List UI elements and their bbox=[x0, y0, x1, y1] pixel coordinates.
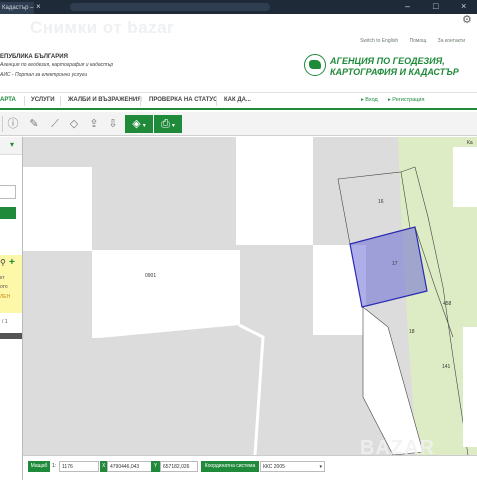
y-label: Y bbox=[151, 461, 160, 472]
edit-document-icon[interactable]: ✎ bbox=[25, 115, 43, 133]
parcel bbox=[453, 147, 477, 207]
panel-scrollbar[interactable] bbox=[0, 333, 22, 339]
parcel-label: 18 bbox=[409, 329, 415, 335]
agency-title: АГЕНЦИЯ ПО ГЕОДЕЗИЯ, КАРТОГРАФИЯ И КАДАС… bbox=[330, 56, 459, 78]
main-nav: АРТА УСЛУГИ ЖАЛБИ И ВЪЗРАЖЕНИЯ ПРОВЕРКА … bbox=[0, 92, 477, 110]
info-icon[interactable]: ⓘ bbox=[4, 115, 22, 133]
parcel-0901 bbox=[92, 250, 240, 338]
panel-header: ▾ bbox=[0, 137, 22, 155]
coordinate-system-select[interactable]: ККС 2005 ▾ bbox=[260, 461, 325, 472]
parcel-label: 16 bbox=[378, 199, 384, 205]
parcel bbox=[23, 167, 92, 251]
nav-item-how-to[interactable]: КАК ДА... bbox=[224, 97, 251, 103]
parcel bbox=[463, 327, 477, 447]
search-button[interactable] bbox=[0, 207, 16, 219]
coordinate-system-label: Координатна система bbox=[201, 461, 259, 472]
brand-agency: Агенция по геодезия, картография и кадас… bbox=[0, 62, 114, 68]
nav-item-services[interactable]: УСЛУГИ bbox=[31, 97, 55, 103]
portal-brand: ЕПУБЛИКА БЪЛГАРИЯ Агенция по геодезия, к… bbox=[0, 54, 113, 78]
bulgaria-map-logo-icon bbox=[304, 54, 326, 76]
switch-language-link[interactable]: Switch to English bbox=[360, 38, 398, 44]
pagination: / 1 bbox=[2, 319, 8, 325]
nav-item-complaints[interactable]: ЖАЛБИ И ВЪЗРАЖЕНИЯ bbox=[68, 97, 142, 103]
nav-divider bbox=[60, 96, 61, 106]
nav-divider bbox=[140, 96, 141, 106]
bazar-watermark: BAZAR bbox=[360, 437, 435, 459]
layers-button[interactable]: ◈ ▾ bbox=[125, 115, 153, 133]
note-text: ЛЕН bbox=[0, 294, 11, 300]
note-text: кт bbox=[0, 275, 5, 281]
gear-icon[interactable]: ⚙ bbox=[462, 13, 472, 26]
minimize-icon[interactable]: – bbox=[405, 1, 410, 11]
cadastral-map[interactable]: 0901 16 17 18 458 141 Ка bbox=[23, 137, 477, 455]
download-icon[interactable]: ⇩ bbox=[104, 115, 122, 133]
agency-title-line2: КАРТОГРАФИЯ И КАДАСТЪР bbox=[330, 67, 459, 77]
eraser-icon[interactable]: ◇ bbox=[65, 115, 83, 133]
agency-title-line1: АГЕНЦИЯ ПО ГЕОДЕЗИЯ, bbox=[330, 56, 445, 66]
road-line bbox=[238, 323, 265, 455]
register-link[interactable]: ▸ Регистрация bbox=[388, 97, 424, 103]
add-icon[interactable]: + bbox=[9, 257, 15, 268]
nav-item-map[interactable]: АРТА bbox=[0, 97, 16, 103]
nav-divider bbox=[216, 96, 217, 106]
map-corner-text: Ка bbox=[467, 140, 473, 146]
coordinate-system-value: ККС 2005 bbox=[263, 464, 285, 470]
close-window-icon[interactable]: × bbox=[461, 1, 466, 11]
parcel-label: 17 bbox=[392, 261, 398, 267]
toolbar-divider bbox=[2, 116, 3, 132]
login-link[interactable]: ▸ Вход bbox=[361, 97, 378, 103]
collapse-icon[interactable]: ▾ bbox=[10, 140, 14, 149]
ruler-icon[interactable]: ⟋ bbox=[46, 115, 64, 133]
search-input[interactable] bbox=[0, 185, 16, 199]
chevron-down-icon: ▾ bbox=[171, 123, 175, 129]
left-panel: ▾ ⚲ + кт ото ЛЕН / 1 bbox=[0, 137, 23, 480]
chevron-down-icon: ▾ bbox=[319, 464, 322, 470]
maximize-icon[interactable]: □ bbox=[433, 1, 438, 11]
image-watermark: Снимки от bazar bbox=[30, 18, 175, 37]
map-toolbar: ⓘ ✎ ⟋ ◇ ⇪ ⇩ ◈ ▾ ⎙ ▾ bbox=[0, 112, 477, 136]
nav-item-status-check[interactable]: ПРОВЕРКА НА СТАТУС bbox=[149, 97, 217, 103]
y-coordinate-field[interactable]: 657182,026 bbox=[160, 461, 198, 472]
parcel-label: 458 bbox=[443, 301, 452, 307]
scale-value[interactable]: 1176 bbox=[59, 461, 99, 472]
upload-icon[interactable]: ⇪ bbox=[85, 115, 103, 133]
parcel-label: 141 bbox=[442, 364, 451, 370]
browser-chrome: Кадастър – Картогр... × – □ × bbox=[0, 0, 477, 14]
chevron-down-icon: ▾ bbox=[142, 123, 146, 129]
note-text: ото bbox=[0, 284, 8, 290]
print-button[interactable]: ⎙ ▾ bbox=[154, 115, 182, 133]
address-bar[interactable] bbox=[70, 3, 270, 11]
top-links: Switch to English Помощ За контакти bbox=[350, 38, 465, 44]
search-icon[interactable]: ⚲ bbox=[0, 258, 6, 267]
scale-label: Мащаб bbox=[28, 461, 50, 472]
brand-country: ЕПУБЛИКА БЪЛГАРИЯ bbox=[0, 54, 68, 60]
browser-tab[interactable]: Кадастър – Картогр... bbox=[0, 2, 34, 14]
layers-icon: ◈ bbox=[132, 118, 141, 130]
help-link[interactable]: Помощ bbox=[410, 38, 427, 44]
x-label: X bbox=[100, 461, 107, 472]
nav-divider bbox=[24, 96, 25, 106]
parcel-label: 0901 bbox=[145, 273, 157, 279]
scale-prefix: 1: bbox=[52, 463, 57, 469]
brand-portal: АИС - Портал за електронни услуги bbox=[0, 72, 88, 78]
print-icon: ⎙ bbox=[161, 118, 170, 130]
parcel bbox=[236, 137, 313, 245]
close-tab-icon[interactable]: × bbox=[36, 2, 41, 11]
contacts-link[interactable]: За контакти bbox=[438, 38, 465, 44]
map-canvas[interactable] bbox=[23, 137, 477, 455]
